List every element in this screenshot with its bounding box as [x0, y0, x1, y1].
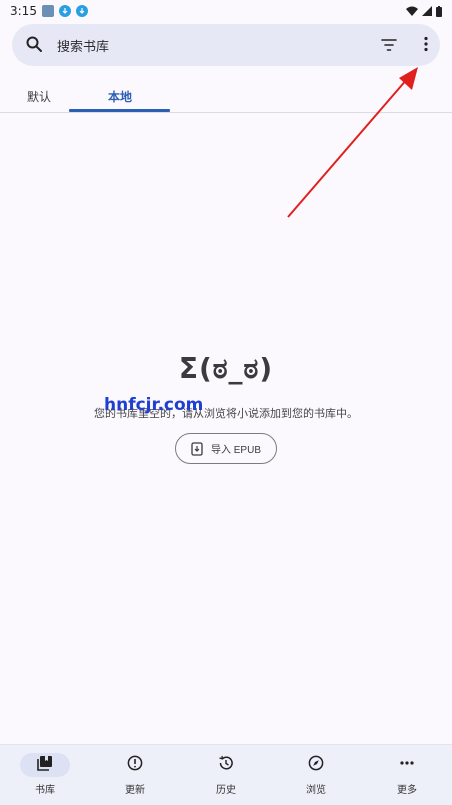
- history-icon: [218, 755, 234, 775]
- battery-icon: [436, 5, 442, 17]
- filter-icon[interactable]: [381, 37, 397, 56]
- status-time: 3:15: [10, 4, 37, 18]
- nav-item-more[interactable]: 更多: [362, 745, 452, 805]
- tabs-divider: [0, 112, 452, 113]
- download-notification-icon: [58, 5, 71, 17]
- status-bar: 3:15: [0, 0, 452, 22]
- nav-label-history: 历史: [216, 785, 236, 796]
- search-input[interactable]: 搜索书库: [57, 36, 109, 55]
- signal-icon: [422, 6, 432, 16]
- library-icon: [37, 755, 53, 775]
- tab-local[interactable]: 本地: [108, 88, 132, 105]
- status-right: [406, 5, 442, 17]
- tab-default[interactable]: 默认: [27, 88, 51, 105]
- file-import-icon: [191, 441, 203, 456]
- status-left: 3:15: [10, 4, 88, 18]
- more-horizontal-icon: [399, 755, 415, 775]
- nav-item-updates[interactable]: 更新: [90, 745, 180, 805]
- nav-label-browse: 浏览: [306, 785, 326, 796]
- import-epub-label: 导入 EPUB: [210, 445, 261, 456]
- empty-state-message: 您的书库里空的，请从浏览将小说添加到您的书库中。: [94, 407, 358, 420]
- nav-label-more: 更多: [397, 785, 417, 796]
- nav-item-browse[interactable]: 浏览: [271, 745, 361, 805]
- search-icon[interactable]: [25, 35, 43, 57]
- nav-label-library: 书库: [35, 785, 55, 796]
- search-bar[interactable]: 搜索书库: [12, 24, 440, 66]
- bottom-navigation: 书库 更新 历史 浏览 更多: [0, 744, 452, 805]
- import-epub-button[interactable]: 导入 EPUB: [175, 433, 277, 464]
- watermark-text: hnfcjr.com: [104, 395, 204, 415]
- empty-state-face: Σ(ಠ_ಠ): [178, 352, 274, 385]
- category-tabs: 默认 本地: [0, 76, 452, 112]
- app-notification-icon: [41, 5, 54, 17]
- wifi-icon: [406, 6, 418, 16]
- compass-icon: [308, 755, 324, 775]
- nav-item-history[interactable]: 历史: [181, 745, 271, 805]
- nav-label-updates: 更新: [125, 785, 145, 796]
- nav-item-library[interactable]: 书库: [0, 745, 90, 805]
- download-notification-icon-2: [75, 5, 88, 17]
- more-vertical-icon[interactable]: [423, 36, 429, 56]
- annotation-arrow: [287, 67, 418, 218]
- alert-circle-icon: [127, 755, 143, 775]
